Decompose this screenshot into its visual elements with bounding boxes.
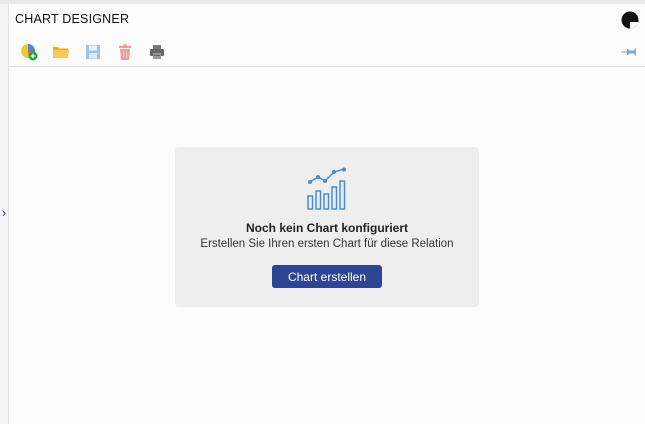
empty-state-subtitle: Erstellen Sie Ihren ersten Chart für die… (200, 238, 454, 250)
app-logo-icon (621, 11, 639, 29)
print-icon (150, 45, 164, 59)
open-button[interactable] (51, 42, 71, 62)
new-chart-button[interactable] (19, 42, 39, 62)
open-folder-icon (53, 47, 69, 58)
empty-state-title: Noch kein Chart konfiguriert (245, 221, 409, 235)
panel-title: CHART DESIGNER (15, 12, 130, 26)
empty-state-card: Noch kein Chart konfiguriert Erstellen S… (175, 147, 479, 307)
toolbar-divider (9, 66, 645, 67)
expand-chevron-icon[interactable]: › (0, 206, 8, 220)
delete-button[interactable] (115, 42, 135, 62)
new-chart-icon (21, 44, 38, 61)
delete-icon (119, 44, 131, 60)
print-button[interactable] (147, 42, 167, 62)
save-icon (86, 45, 100, 59)
pin-icon[interactable] (621, 46, 637, 58)
chart-placeholder-icon (307, 167, 346, 210)
save-button[interactable] (83, 42, 103, 62)
create-chart-button[interactable]: Chart erstellen (272, 265, 382, 288)
chart-designer-panel: CHART DESIGNER Noch kein Chart konfiguri… (9, 4, 645, 424)
toolbar (19, 42, 167, 62)
